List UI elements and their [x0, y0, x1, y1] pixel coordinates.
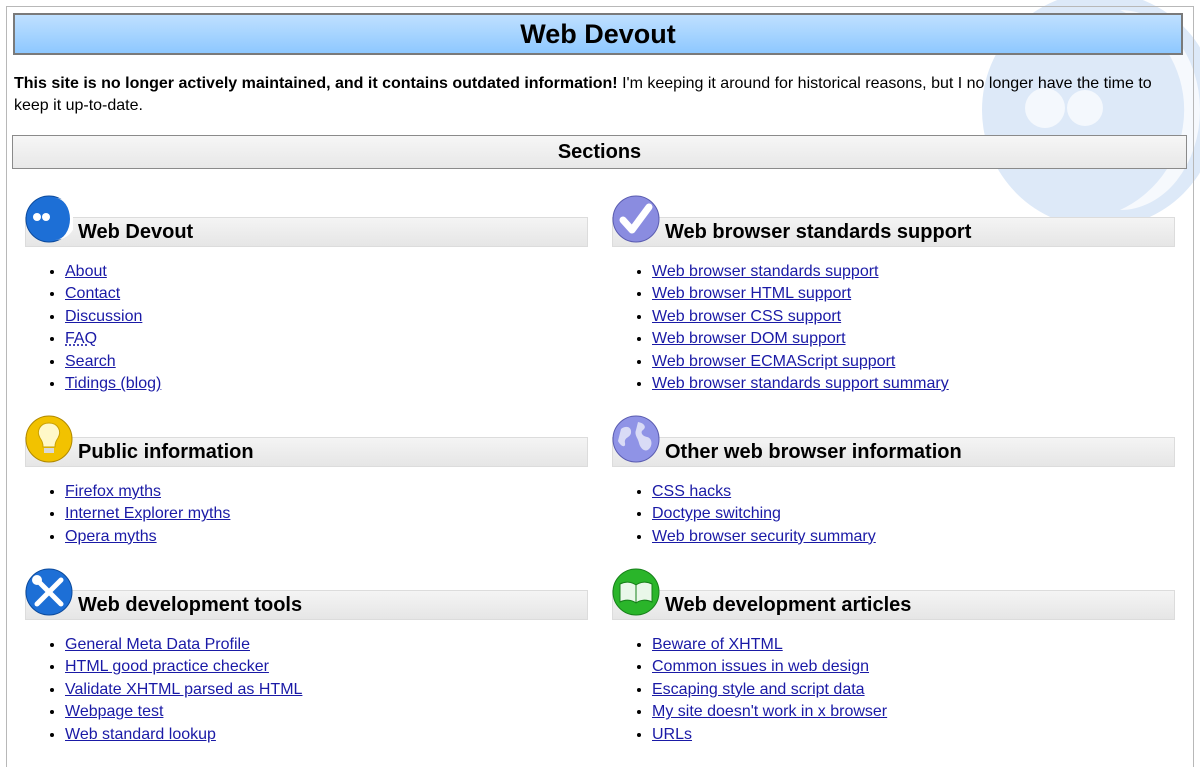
- link-standards-support[interactable]: Web browser standards support: [652, 263, 878, 280]
- link-faq[interactable]: FAQ: [65, 330, 97, 347]
- link-security-summary[interactable]: Web browser security summary: [652, 528, 876, 545]
- list-item: Escaping style and script data: [652, 679, 887, 701]
- section-title: Other web browser information: [665, 441, 962, 463]
- link-good-practice-checker[interactable]: HTML good practice checker: [65, 658, 269, 675]
- list-item: Common issues in web design: [652, 656, 887, 678]
- link-tidings-blog[interactable]: Tidings (blog): [65, 375, 161, 392]
- list-item: Web browser security summary: [652, 526, 876, 548]
- link-webpage-test[interactable]: Webpage test: [65, 703, 163, 720]
- section-title: Public information: [78, 441, 254, 463]
- list-item: Search: [65, 351, 161, 373]
- link-firefox-myths[interactable]: Firefox myths: [65, 483, 161, 500]
- section-title: Web Devout: [78, 221, 194, 243]
- link-list: General Meta Data Profile HTML good prac…: [25, 634, 302, 746]
- book-icon: [612, 568, 660, 616]
- link-web-standard-lookup[interactable]: Web standard lookup: [65, 726, 216, 743]
- checkmark-icon: [612, 195, 660, 243]
- link-ie-myths[interactable]: Internet Explorer myths: [65, 505, 230, 522]
- list-item: HTML good practice checker: [65, 656, 302, 678]
- link-support-summary[interactable]: Web browser standards support summary: [652, 375, 949, 392]
- globe-icon: [612, 415, 660, 463]
- list-item: FAQ: [65, 328, 161, 350]
- link-list: CSS hacks Doctype switching Web browser …: [612, 481, 876, 548]
- web-devout-logo-icon: [25, 195, 73, 243]
- link-beware-of-xhtml[interactable]: Beware of XHTML: [652, 636, 783, 653]
- link-dom-support[interactable]: Web browser DOM support: [652, 330, 846, 347]
- list-item: Web browser standards support: [652, 261, 949, 283]
- link-contact[interactable]: Contact: [65, 285, 120, 302]
- list-item: Webpage test: [65, 701, 302, 723]
- site-title: Web Devout: [13, 13, 1183, 55]
- list-item: Web browser HTML support: [652, 283, 949, 305]
- link-about[interactable]: About: [65, 263, 107, 280]
- list-item: My site doesn't work in x browser: [652, 701, 887, 723]
- list-item: Doctype switching: [652, 503, 876, 525]
- lightbulb-icon: [25, 415, 73, 463]
- list-item: URLs: [652, 724, 887, 746]
- link-css-support[interactable]: Web browser CSS support: [652, 308, 841, 325]
- list-item: Tidings (blog): [65, 373, 161, 395]
- list-item: Discussion: [65, 306, 161, 328]
- link-html-support[interactable]: Web browser HTML support: [652, 285, 851, 302]
- link-discussion[interactable]: Discussion: [65, 308, 142, 325]
- link-validate-xhtml[interactable]: Validate XHTML parsed as HTML: [65, 681, 302, 698]
- list-item: Firefox myths: [65, 481, 230, 503]
- wrench-screwdriver-icon: [25, 568, 73, 616]
- link-opera-myths[interactable]: Opera myths: [65, 528, 157, 545]
- list-item: General Meta Data Profile: [65, 634, 302, 656]
- link-list: Firefox myths Internet Explorer myths Op…: [25, 481, 230, 548]
- list-item: Beware of XHTML: [652, 634, 887, 656]
- list-item: Web browser CSS support: [652, 306, 949, 328]
- link-escaping-style-script[interactable]: Escaping style and script data: [652, 681, 865, 698]
- link-urls[interactable]: URLs: [652, 726, 692, 743]
- list-item: Opera myths: [65, 526, 230, 548]
- section-title: Web browser standards support: [665, 221, 972, 243]
- list-item: About: [65, 261, 161, 283]
- list-item: Internet Explorer myths: [65, 503, 230, 525]
- list-item: CSS hacks: [652, 481, 876, 503]
- link-list: About Contact Discussion FAQ Search Tidi…: [25, 261, 161, 395]
- section-title: Web development tools: [78, 594, 303, 616]
- list-item: Web standard lookup: [65, 724, 302, 746]
- link-css-hacks[interactable]: CSS hacks: [652, 483, 731, 500]
- list-item: Web browser ECMAScript support: [652, 351, 949, 373]
- link-list: Beware of XHTML Common issues in web des…: [612, 634, 887, 746]
- link-ecmascript-support[interactable]: Web browser ECMAScript support: [652, 353, 895, 370]
- maintenance-notice: This site is no longer actively maintain…: [14, 73, 1164, 117]
- list-item: Contact: [65, 283, 161, 305]
- notice-bold-text: This site is no longer actively maintain…: [14, 75, 618, 92]
- link-search[interactable]: Search: [65, 353, 116, 370]
- link-meta-data-profile[interactable]: General Meta Data Profile: [65, 636, 250, 653]
- section-title: Web development articles: [665, 594, 912, 616]
- sections-heading: Sections: [12, 135, 1187, 169]
- list-item: Web browser DOM support: [652, 328, 949, 350]
- list-item: Web browser standards support summary: [652, 373, 949, 395]
- link-common-issues[interactable]: Common issues in web design: [652, 658, 869, 675]
- link-site-doesnt-work[interactable]: My site doesn't work in x browser: [652, 703, 887, 720]
- link-doctype-switching[interactable]: Doctype switching: [652, 505, 781, 522]
- link-list: Web browser standards support Web browse…: [612, 261, 949, 395]
- list-item: Validate XHTML parsed as HTML: [65, 679, 302, 701]
